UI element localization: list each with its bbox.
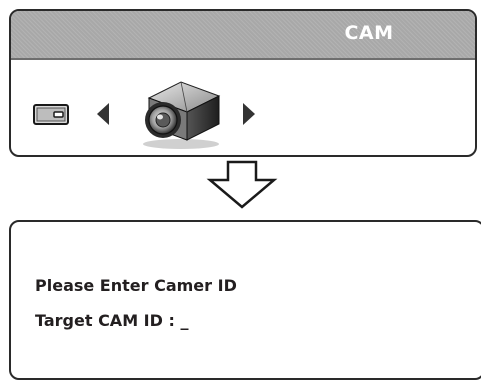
panel-title: CAM (344, 22, 394, 44)
camera-select-panel: CAM (9, 9, 477, 157)
camera-selector (11, 60, 475, 155)
arrow-left-icon[interactable] (96, 102, 110, 126)
arrow-right-icon[interactable] (242, 102, 256, 126)
camera-icon (143, 81, 221, 149)
camera-id-dialog: Please Enter Camer ID Target CAM ID : _ (9, 220, 481, 380)
target-cam-id-label: Target CAM ID : (35, 311, 181, 330)
prompt-text: Please Enter Camer ID (35, 276, 237, 295)
text-cursor: _ (180, 311, 189, 330)
monitor-icon (33, 104, 69, 125)
target-cam-id-field[interactable]: Target CAM ID : _ (35, 311, 188, 330)
arrow-down-icon (206, 160, 278, 209)
panel-header: CAM (11, 11, 475, 60)
